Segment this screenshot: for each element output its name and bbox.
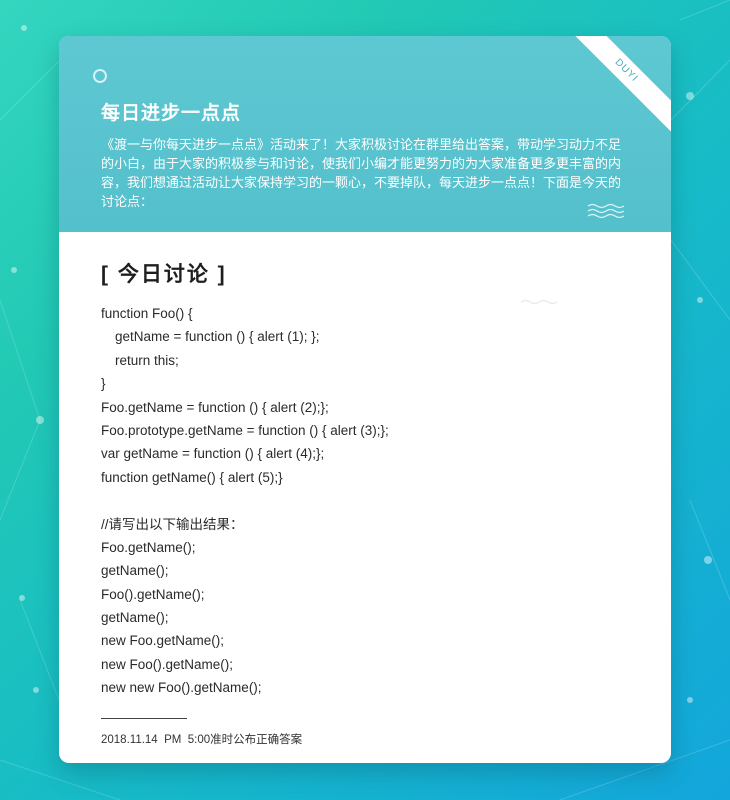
- corner-ribbon: DUYI: [558, 36, 671, 139]
- code-line: new Foo().getName();: [101, 656, 234, 672]
- circle-icon: [93, 69, 107, 83]
- code-line: getName();: [101, 610, 169, 626]
- card-body: [ 今日讨论 ] function Foo() { getName = func…: [101, 258, 631, 747]
- card-header: 每日进步一点点 《渡一与你每天进步一点点》活动来了！大家积极讨论在群里给出答案，…: [59, 36, 671, 232]
- header-description: 《渡一与你每天进步一点点》活动来了！大家积极讨论在群里给出答案，带动学习动力不足…: [101, 137, 622, 209]
- blank-line: [101, 489, 631, 512]
- code-comment: //请写出以下输出结果：: [101, 516, 244, 532]
- code-line: new new Foo().getName();: [101, 680, 262, 696]
- wave-icon: [587, 203, 625, 219]
- code-line: Foo.getName = function () { alert (2);};: [101, 399, 329, 415]
- code-line: var getName = function () { alert (4);};: [101, 446, 325, 462]
- faint-wave-mark: [521, 299, 557, 305]
- footer-note: 2018.11.14 PM 5:00准时公布正确答案: [101, 733, 303, 746]
- footer-divider: [101, 717, 187, 719]
- section-heading: [ 今日讨论 ]: [101, 263, 227, 286]
- code-line: Foo.prototype.getName = function () { al…: [101, 422, 389, 438]
- code-line: getName = function () { alert (1); };: [115, 329, 320, 345]
- code-line: function getName() { alert (5);}: [101, 469, 283, 485]
- page-title: 每日进步一点点: [101, 103, 242, 124]
- discussion-card: 每日进步一点点 《渡一与你每天进步一点点》活动来了！大家积极讨论在群里给出答案，…: [59, 36, 671, 763]
- code-line: }: [101, 376, 106, 392]
- code-line: Foo().getName();: [101, 586, 205, 602]
- code-line: getName();: [101, 563, 169, 579]
- code-line: Foo.getName();: [101, 539, 196, 555]
- code-block: function Foo() { getName = function () {…: [101, 302, 631, 700]
- code-line: new Foo.getName();: [101, 633, 225, 649]
- code-line: return this;: [115, 352, 179, 368]
